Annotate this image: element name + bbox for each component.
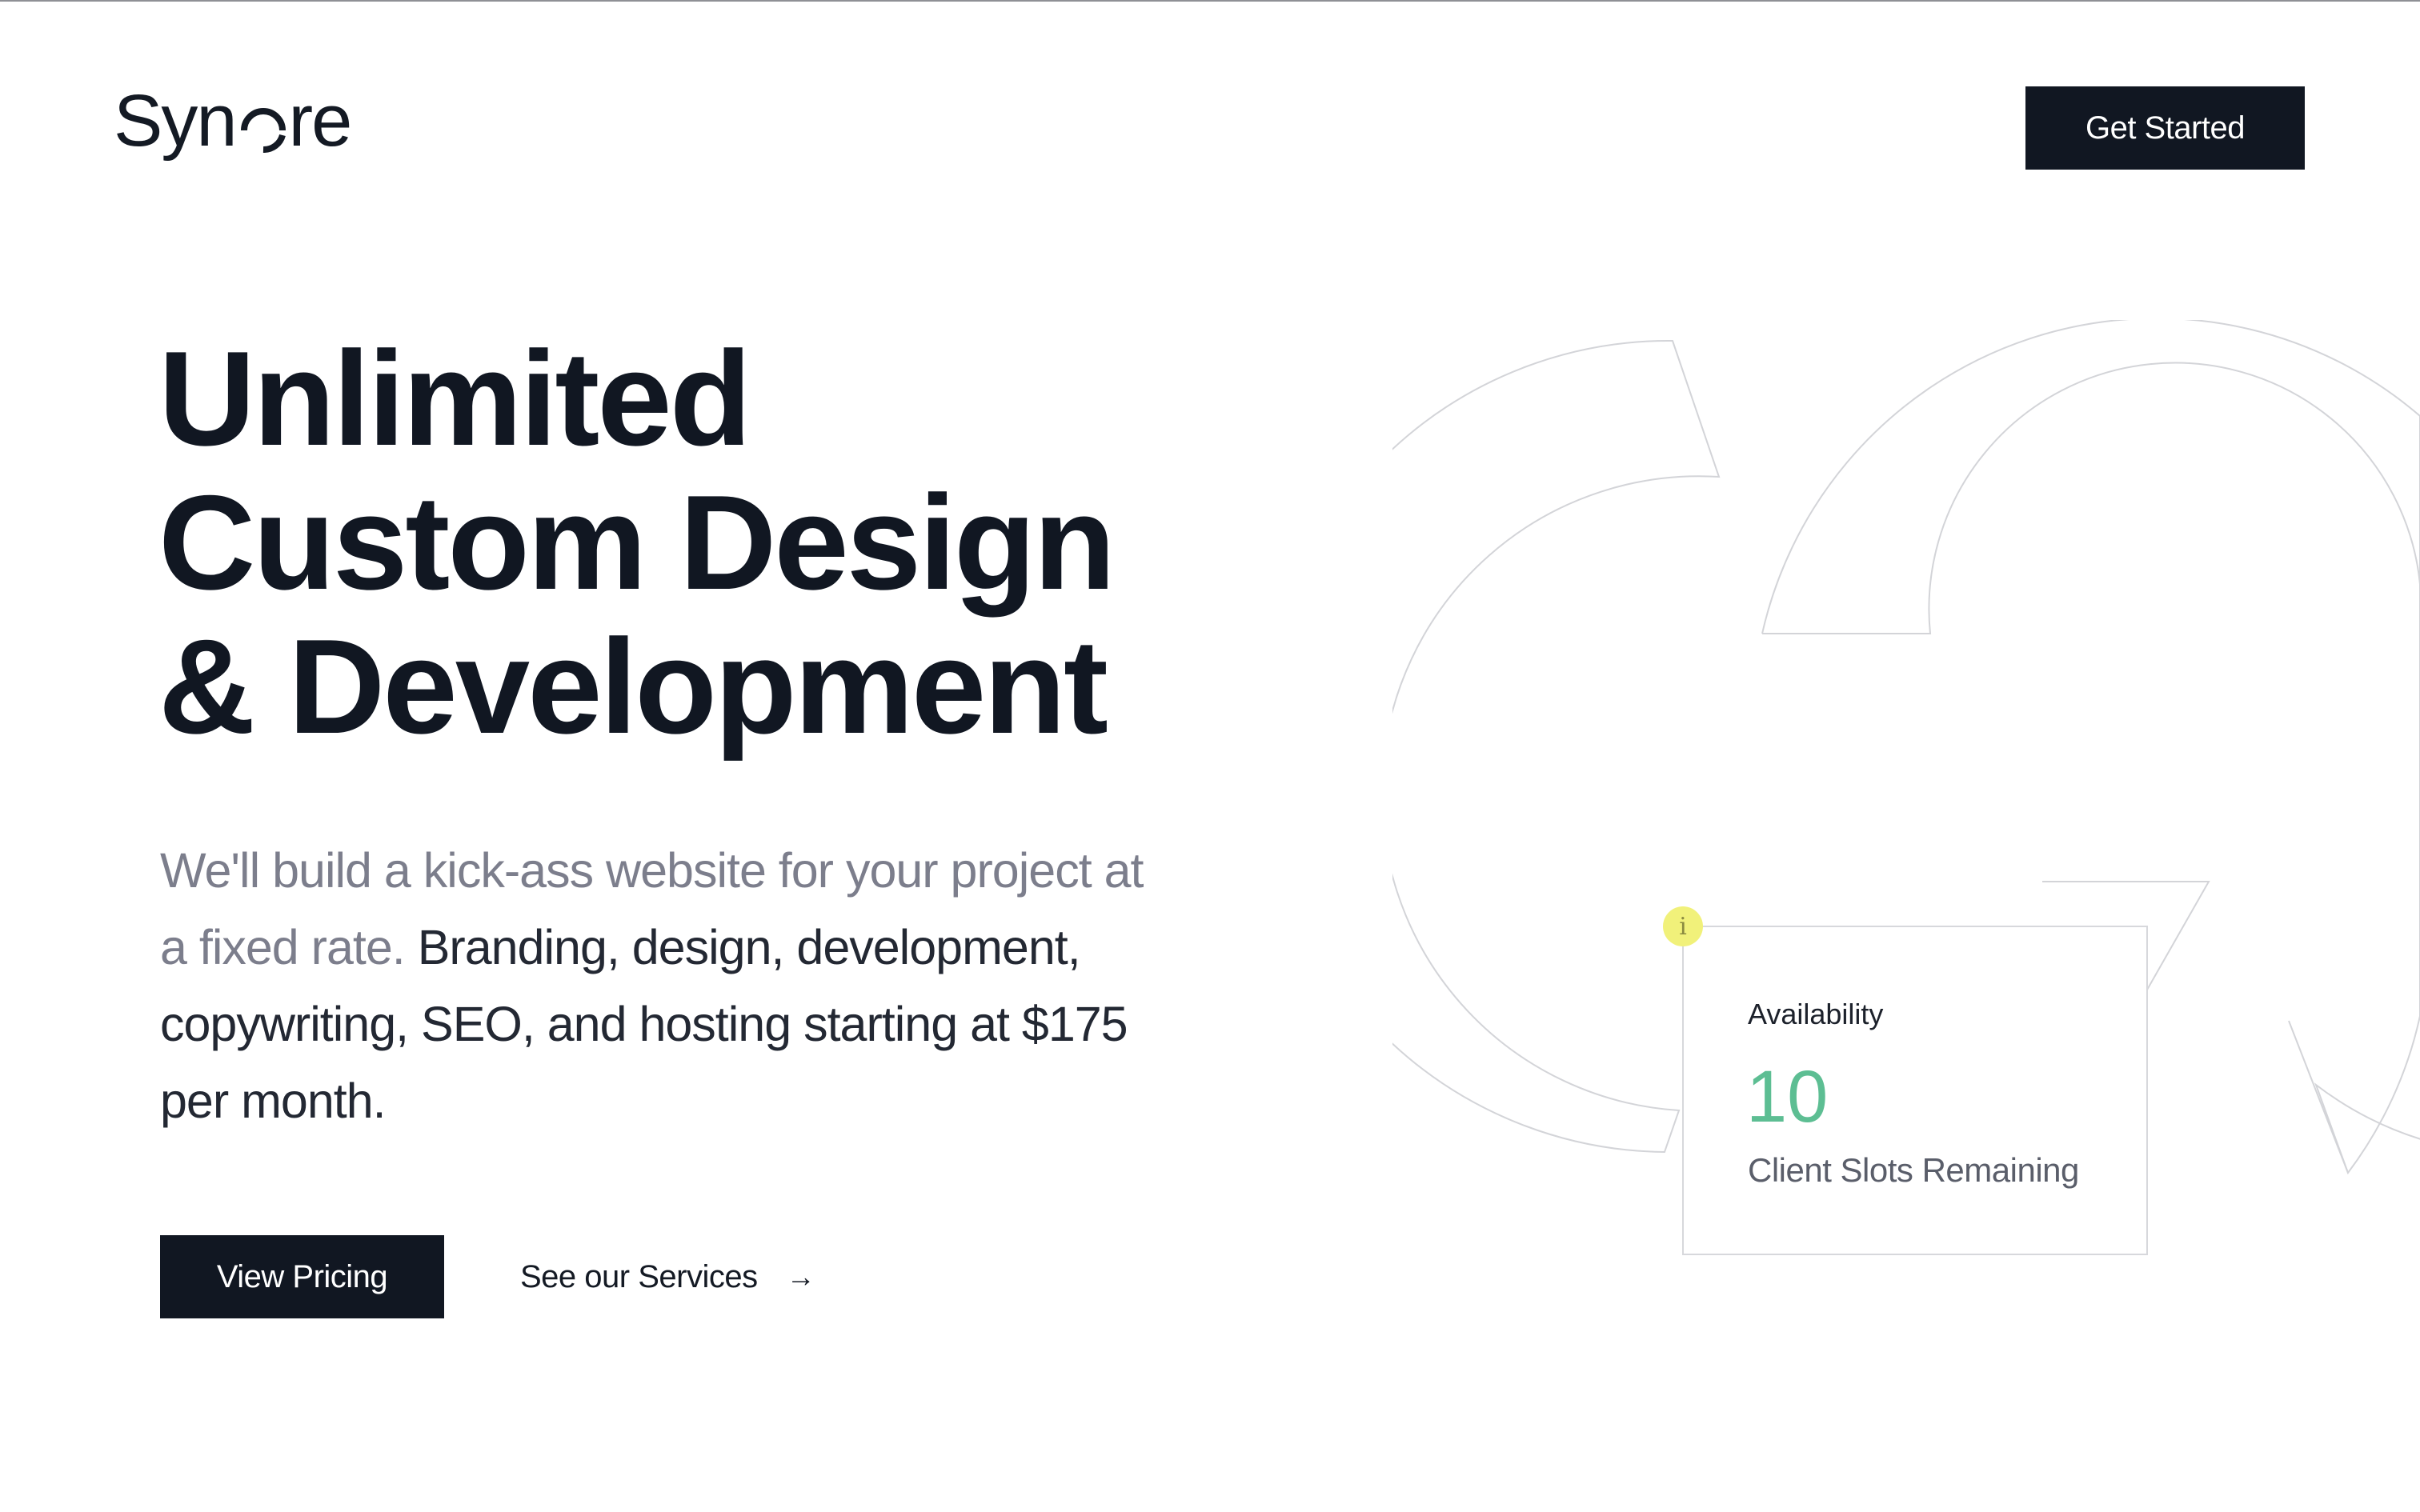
arrow-right-icon: → [786,1260,815,1293]
logo-text-start: Syn [114,79,238,162]
top-border [0,0,2420,2]
hero-heading-line-3: & Development [158,611,1108,762]
availability-caption: Client Slots Remaining [1748,1151,2079,1189]
logo-text-end: re [288,79,353,162]
hero-description: We'll build a kick-ass website for your … [160,832,1168,1139]
hero-heading: Unlimited Custom Design & Development [158,323,1116,762]
hero-heading-line-1: Unlimited [158,323,751,474]
availability-card: Availability 10 Client Slots Remaining [1682,926,2148,1255]
get-started-button[interactable]: Get Started [2025,86,2305,170]
availability-label: Availability [1748,998,1884,1030]
logo[interactable]: Syn re [114,77,353,165]
availability-count: 10 [1746,1056,1829,1138]
see-services-label: See our Services [520,1258,758,1294]
info-icon[interactable]: i [1663,906,1703,946]
view-pricing-button[interactable]: View Pricing [160,1235,444,1318]
logo-mark-icon [240,108,286,153]
see-services-link[interactable]: See our Services → [520,1235,815,1318]
hero-heading-line-2: Custom Design [158,467,1116,618]
